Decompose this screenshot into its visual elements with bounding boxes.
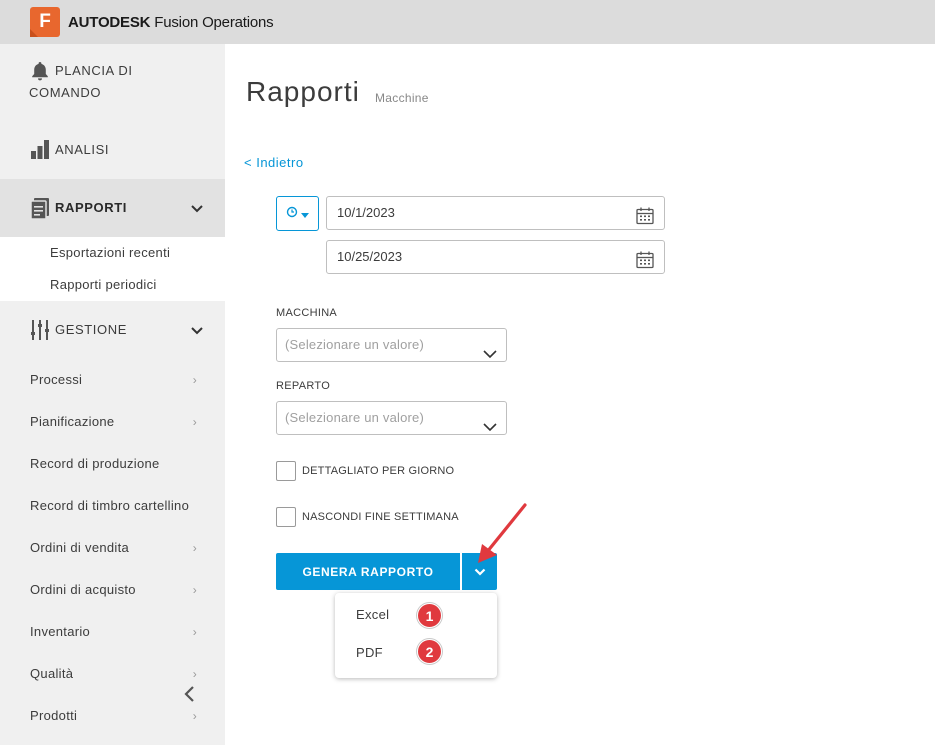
- department-label: REPARTO: [276, 380, 331, 392]
- machine-placeholder: (Selezionare un valore): [285, 337, 425, 352]
- clock-icon: [286, 205, 298, 223]
- sidebar-item-label: Record di timbro cartellino: [30, 498, 190, 513]
- sidebar-item-analytics[interactable]: ANALISI: [0, 139, 225, 161]
- daily-detail-checkbox[interactable]: [276, 461, 296, 481]
- sidebar-item-timecard-records[interactable]: Record di timbro cartellino: [0, 485, 225, 527]
- daily-detail-row: DETTAGLIATO PER GIORNO: [276, 461, 454, 481]
- step-badge-2: 2: [417, 639, 442, 664]
- sidebar-item-production-records[interactable]: Record di produzione: [0, 443, 225, 485]
- sidebar-item-label: Inventario: [30, 624, 91, 639]
- brand-name: AUTODESK Fusion Operations: [68, 13, 274, 31]
- chevron-down-icon: [483, 339, 497, 371]
- sidebar: PLANCIA DI COMANDO ANALISI RAPPORTI Espo…: [0, 44, 225, 745]
- collapse-sidebar-icon[interactable]: [183, 686, 197, 707]
- daily-detail-label: DETTAGLIATO PER GIORNO: [302, 465, 455, 477]
- date-to-field[interactable]: 10/25/2023: [326, 240, 665, 274]
- sidebar-item-purchase-orders[interactable]: Ordini di acquisto ›: [0, 569, 225, 611]
- hide-weekend-label: NASCONDI FINE SETTIMANA: [302, 511, 459, 523]
- chevron-right-icon: ›: [192, 373, 197, 387]
- brand-product: Fusion Operations: [154, 13, 274, 31]
- back-link[interactable]: < Indietro: [244, 155, 304, 170]
- sidebar-item-management[interactable]: GESTIONE: [0, 319, 225, 341]
- chevron-down-icon[interactable]: [191, 201, 203, 216]
- sliders-icon: [29, 319, 51, 341]
- step-badge-1: 1: [417, 603, 442, 628]
- reports-submenu: Esportazioni recenti Rapporti periodici: [0, 237, 225, 301]
- dashboard-label-line1: PLANCIA DI: [55, 63, 133, 78]
- chevron-right-icon: ›: [192, 583, 197, 597]
- brand-bold: AUTODESK: [68, 13, 151, 31]
- sidebar-item-planning[interactable]: Pianificazione ›: [0, 401, 225, 443]
- sidebar-item-inventory[interactable]: Inventario ›: [0, 611, 225, 653]
- sidebar-subitem-recent-exports[interactable]: Esportazioni recenti: [0, 237, 225, 269]
- calendar-icon[interactable]: [636, 249, 654, 281]
- sidebar-subitem-periodic-reports[interactable]: Rapporti periodici: [0, 269, 225, 301]
- department-placeholder: (Selezionare un valore): [285, 410, 425, 425]
- chevron-down-icon: [483, 412, 497, 444]
- dashboard-label-line2: COMANDO: [29, 85, 102, 100]
- sidebar-item-label: Ordini di vendita: [30, 540, 130, 555]
- chevron-right-icon: ›: [192, 541, 197, 555]
- chevron-down-icon[interactable]: [191, 323, 203, 338]
- logo-letter: F: [39, 11, 51, 32]
- sidebar-item-reports[interactable]: RAPPORTI: [0, 179, 225, 237]
- export-pdf-option[interactable]: PDF: [356, 645, 383, 660]
- page-title: Rapporti: [246, 76, 360, 107]
- calendar-icon[interactable]: [636, 205, 654, 237]
- bell-icon: [29, 61, 51, 81]
- fusion-logo-icon[interactable]: F: [30, 7, 60, 37]
- page-subtitle: Macchine: [375, 91, 429, 105]
- hide-weekend-row: NASCONDI FINE SETTIMANA: [276, 507, 459, 527]
- hide-weekend-checkbox[interactable]: [276, 507, 296, 527]
- sidebar-item-label: Prodotti: [30, 708, 78, 723]
- machine-select[interactable]: (Selezionare un valore): [276, 328, 507, 362]
- chevron-right-icon: ›: [192, 625, 197, 639]
- machine-label: MACCHINA: [276, 307, 338, 319]
- sidebar-item-dashboard[interactable]: PLANCIA DI COMANDO: [0, 60, 225, 104]
- sidebar-item-label: Ordini di acquisto: [30, 582, 136, 597]
- caret-down-icon: [301, 205, 309, 223]
- sidebar-item-processes[interactable]: Processi ›: [0, 359, 225, 401]
- sidebar-item-label: Pianificazione: [30, 414, 115, 429]
- date-from-field[interactable]: 10/1/2023: [326, 196, 665, 230]
- export-menu: Excel PDF 1 2: [335, 593, 497, 678]
- annotation-arrow-icon: [478, 503, 527, 563]
- sidebar-item-label: RAPPORTI: [55, 200, 127, 215]
- sidebar-item-label: GESTIONE: [55, 322, 127, 337]
- top-bar: F AUTODESK Fusion Operations: [0, 0, 935, 44]
- sidebar-item-label: Record di produzione: [30, 456, 160, 471]
- sidebar-item-label: ANALISI: [55, 142, 110, 157]
- export-excel-option[interactable]: Excel: [356, 607, 389, 622]
- sidebar-item-label: PLANCIA DI COMANDO: [29, 60, 133, 104]
- bar-chart-icon: [29, 139, 51, 159]
- department-select[interactable]: (Selezionare un valore): [276, 401, 507, 435]
- chevron-right-icon: ›: [192, 415, 197, 429]
- date-preset-button[interactable]: [276, 196, 319, 231]
- generate-report-button[interactable]: GENERA RAPPORTO: [276, 553, 460, 590]
- sidebar-item-label: Processi: [30, 372, 83, 387]
- sidebar-item-label: Qualità: [30, 666, 74, 681]
- date-from-value: 10/1/2023: [337, 205, 395, 220]
- date-to-value: 10/25/2023: [337, 249, 403, 264]
- sidebar-item-sales-orders[interactable]: Ordini di vendita ›: [0, 527, 225, 569]
- report-icon: [29, 197, 51, 219]
